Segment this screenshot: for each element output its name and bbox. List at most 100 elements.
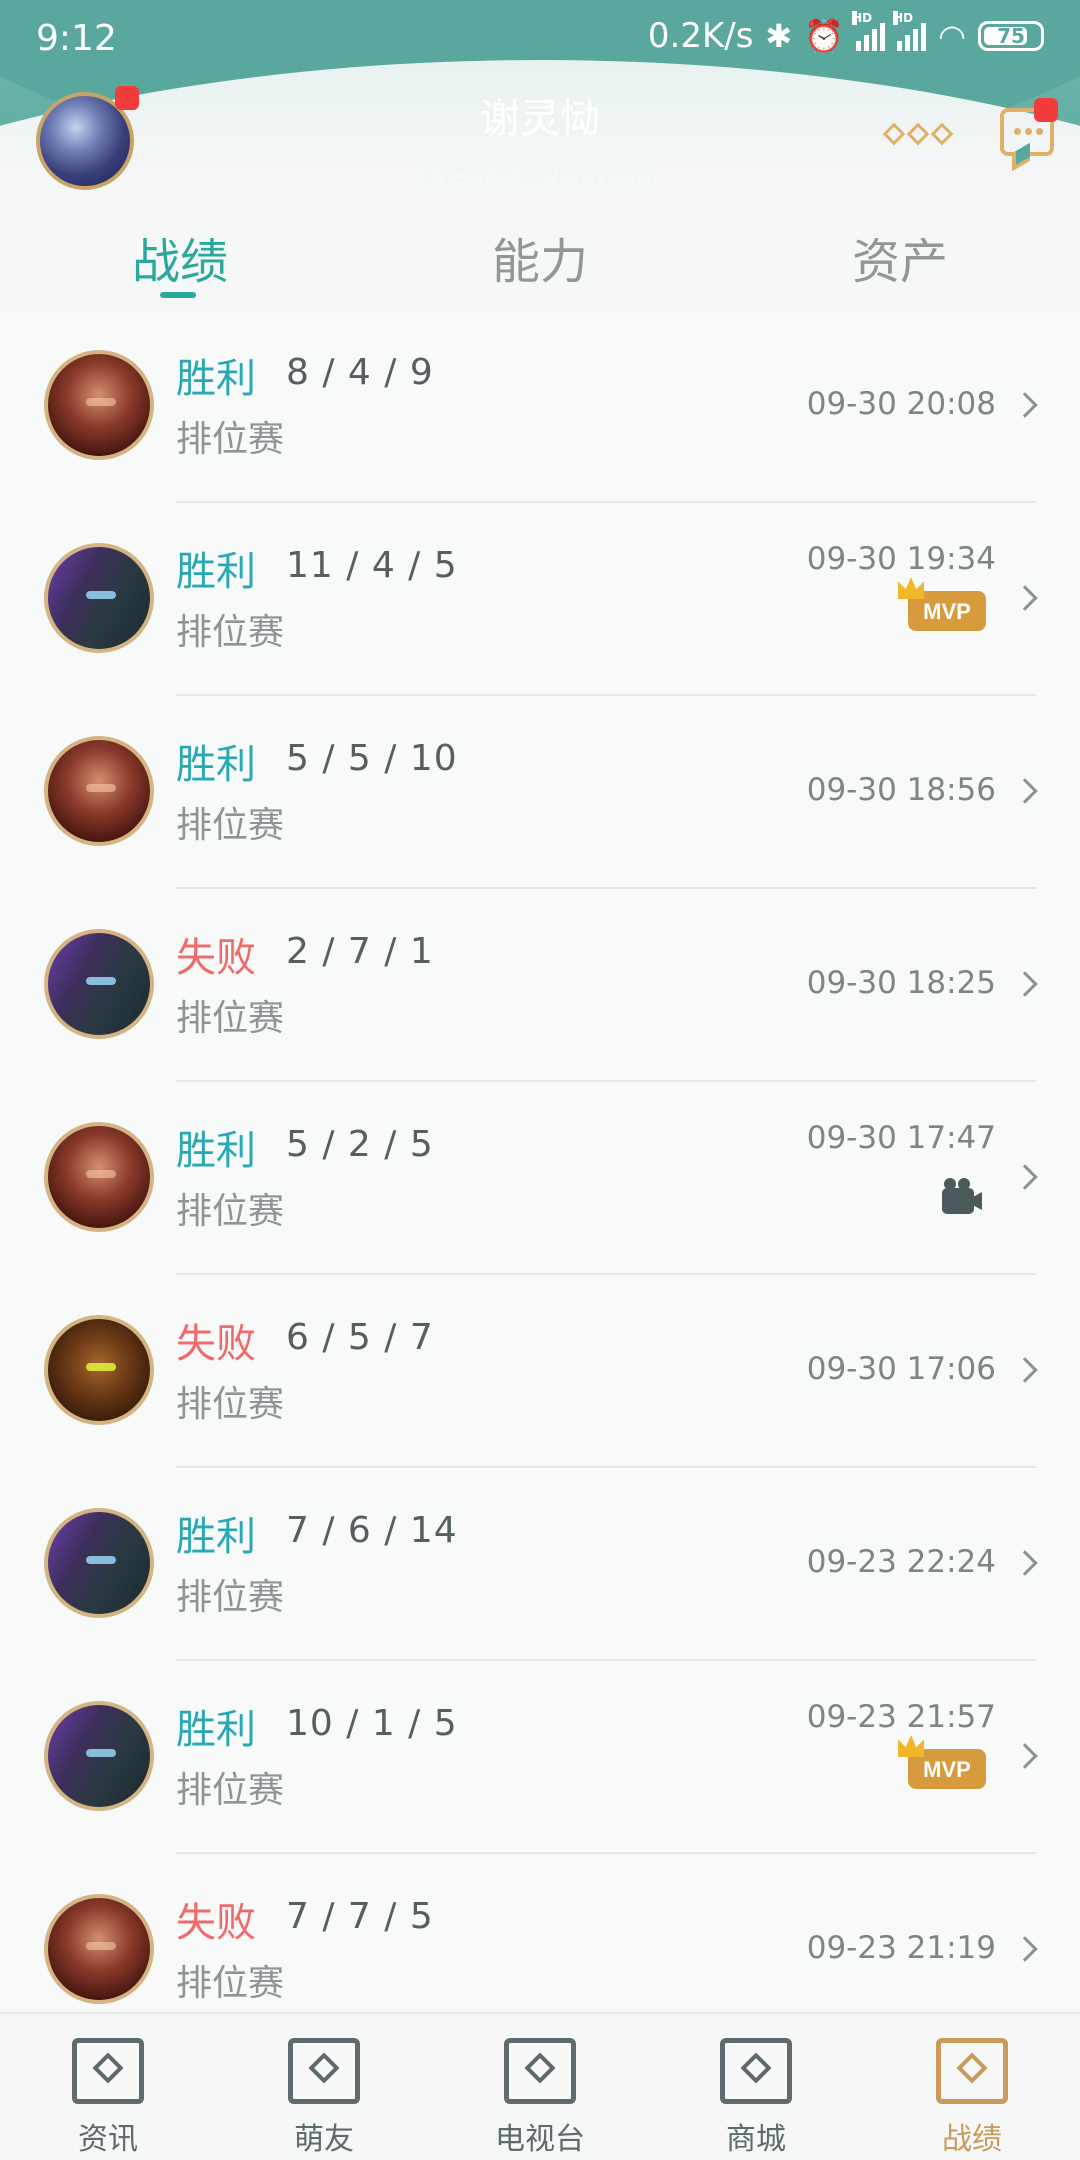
match-time: 09-23 22:24 bbox=[806, 1544, 996, 1580]
match-time: 09-30 17:06 bbox=[806, 1351, 996, 1387]
chevron-right-icon bbox=[1012, 1550, 1038, 1576]
hero-avatar bbox=[44, 1701, 154, 1811]
wifi-icon: ◠ bbox=[938, 17, 966, 55]
match-mode: 排位赛 bbox=[176, 805, 285, 846]
match-kda: 2 / 7 / 1 bbox=[286, 931, 434, 972]
match-result: 胜利 bbox=[176, 1128, 256, 1174]
more-options-icon[interactable] bbox=[882, 122, 954, 146]
chevron-right-icon bbox=[1012, 585, 1038, 611]
match-row[interactable]: 胜利 5 / 2 / 5 排位赛 09-30 17:47 bbox=[0, 1082, 1080, 1275]
nav-label: 电视台 bbox=[495, 2122, 585, 2157]
chevron-right-icon bbox=[1012, 1936, 1038, 1962]
active-tab-indicator bbox=[160, 292, 196, 298]
match-row[interactable]: 失败 6 / 5 / 7 排位赛 09-30 17:06 bbox=[0, 1275, 1080, 1468]
match-list[interactable]: 胜利 8 / 4 / 9 排位赛 09-30 20:08 胜利 11 / 4 /… bbox=[0, 310, 1080, 2010]
match-result: 胜利 bbox=[176, 1514, 256, 1560]
nav-label: 资讯 bbox=[78, 2122, 138, 2157]
mvp-badge: MVP bbox=[908, 1749, 986, 1789]
hero-avatar bbox=[44, 1508, 154, 1618]
network-speed: 0.2K/s bbox=[647, 16, 754, 56]
match-result: 失败 bbox=[176, 935, 256, 981]
match-kda: 7 / 6 / 14 bbox=[286, 1510, 458, 1551]
nav-label: 商城 bbox=[726, 2122, 786, 2157]
status-bar: 9:12 0.2K/s ✱ ⏰ HD HD ◠ 75 bbox=[0, 0, 1080, 78]
nav-news[interactable]: 资讯 bbox=[0, 2014, 216, 2160]
match-result: 失败 bbox=[176, 1900, 256, 1946]
chevron-right-icon bbox=[1012, 1164, 1038, 1190]
record-icon bbox=[936, 2038, 1008, 2104]
signal-hd-icon: HD bbox=[852, 11, 886, 51]
match-mode: 排位赛 bbox=[176, 1577, 285, 1618]
nav-label: 萌友 bbox=[294, 2122, 354, 2157]
hero-avatar bbox=[44, 1315, 154, 1425]
chevron-right-icon bbox=[1012, 778, 1038, 804]
match-kda: 6 / 5 / 7 bbox=[286, 1317, 434, 1358]
match-time: 09-30 20:08 bbox=[806, 386, 996, 422]
match-result: 胜利 bbox=[176, 1707, 256, 1753]
profile-level-server: Lv54 | 比尔吉沃特 bbox=[422, 155, 658, 188]
chevron-right-icon bbox=[1012, 392, 1038, 418]
match-kda: 5 / 5 / 10 bbox=[286, 738, 458, 779]
match-row[interactable]: 胜利 11 / 4 / 5 排位赛 09-30 19:34 MVP bbox=[0, 503, 1080, 696]
nav-friends[interactable]: 萌友 bbox=[216, 2014, 432, 2160]
chevron-right-icon bbox=[1012, 971, 1038, 997]
battery-icon: 75 bbox=[978, 21, 1044, 51]
nav-shop[interactable]: 商城 bbox=[648, 2014, 864, 2160]
tab-ability[interactable]: 能力 bbox=[390, 222, 690, 292]
match-time: 09-30 19:34 bbox=[806, 541, 996, 577]
status-time: 9:12 bbox=[36, 18, 117, 59]
hero-avatar bbox=[44, 1122, 154, 1232]
hero-avatar bbox=[44, 929, 154, 1039]
profile-header: 9:12 0.2K/s ✱ ⏰ HD HD ◠ 75 谢灵恸 Lv54 | 比尔… bbox=[0, 0, 1080, 310]
hero-avatar bbox=[44, 350, 154, 460]
match-time: 09-23 21:57 bbox=[806, 1699, 996, 1735]
hero-avatar bbox=[44, 1894, 154, 2004]
news-icon bbox=[72, 2038, 144, 2104]
shop-icon bbox=[720, 2038, 792, 2104]
match-mode: 排位赛 bbox=[176, 612, 285, 653]
hero-avatar bbox=[44, 543, 154, 653]
match-row[interactable]: 胜利 8 / 4 / 9 排位赛 09-30 20:08 bbox=[0, 310, 1080, 503]
chevron-right-icon bbox=[1012, 1743, 1038, 1769]
chat-notification-dot bbox=[1034, 98, 1058, 122]
match-row[interactable]: 胜利 7 / 6 / 14 排位赛 09-23 22:24 bbox=[0, 1468, 1080, 1661]
match-result: 失败 bbox=[176, 1321, 256, 1367]
status-indicators: 0.2K/s ✱ ⏰ HD HD ◠ 75 bbox=[647, 11, 1044, 56]
tab-assets[interactable]: 资产 bbox=[750, 222, 1050, 292]
match-kda: 8 / 4 / 9 bbox=[286, 352, 434, 393]
bluetooth-icon: ✱ bbox=[765, 17, 793, 55]
signal-hd-icon: HD bbox=[893, 11, 927, 51]
match-kda: 5 / 2 / 5 bbox=[286, 1124, 434, 1165]
match-kda: 10 / 1 / 5 bbox=[286, 1703, 458, 1744]
match-mode: 排位赛 bbox=[176, 998, 285, 1039]
tv-icon bbox=[504, 2038, 576, 2104]
nav-label: 战绩 bbox=[942, 2122, 1002, 2157]
tab-records[interactable]: 战绩 bbox=[30, 222, 330, 292]
match-mode: 排位赛 bbox=[176, 1770, 285, 1811]
hero-avatar bbox=[44, 736, 154, 846]
match-row[interactable]: 失败 2 / 7 / 1 排位赛 09-30 18:25 bbox=[0, 889, 1080, 1082]
match-mode: 排位赛 bbox=[176, 1963, 285, 2004]
match-row[interactable]: 胜利 5 / 5 / 10 排位赛 09-30 18:56 bbox=[0, 696, 1080, 889]
match-mode: 排位赛 bbox=[176, 419, 285, 460]
friends-icon bbox=[288, 2038, 360, 2104]
nav-tv[interactable]: 电视台 bbox=[432, 2014, 648, 2160]
chevron-right-icon bbox=[1012, 1357, 1038, 1383]
match-mode: 排位赛 bbox=[176, 1191, 285, 1232]
match-time: 09-30 18:25 bbox=[806, 965, 996, 1001]
nav-records[interactable]: 战绩 bbox=[864, 2014, 1080, 2160]
bottom-navigation: 资讯 萌友 电视台 商城 战绩 bbox=[0, 2012, 1080, 2160]
match-mode: 排位赛 bbox=[176, 1384, 285, 1425]
match-time: 09-23 21:19 bbox=[806, 1930, 996, 1966]
alarm-icon: ⏰ bbox=[804, 17, 845, 55]
match-time: 09-30 18:56 bbox=[806, 772, 996, 808]
match-result: 胜利 bbox=[176, 549, 256, 595]
mvp-badge: MVP bbox=[908, 591, 986, 631]
video-replay-icon[interactable] bbox=[942, 1178, 982, 1214]
match-kda: 7 / 7 / 5 bbox=[286, 1896, 434, 1937]
match-result: 胜利 bbox=[176, 742, 256, 788]
match-result: 胜利 bbox=[176, 356, 256, 402]
match-time: 09-30 17:47 bbox=[806, 1120, 996, 1156]
match-row[interactable]: 胜利 10 / 1 / 5 排位赛 09-23 21:57 MVP bbox=[0, 1661, 1080, 1854]
match-kda: 11 / 4 / 5 bbox=[286, 545, 458, 586]
